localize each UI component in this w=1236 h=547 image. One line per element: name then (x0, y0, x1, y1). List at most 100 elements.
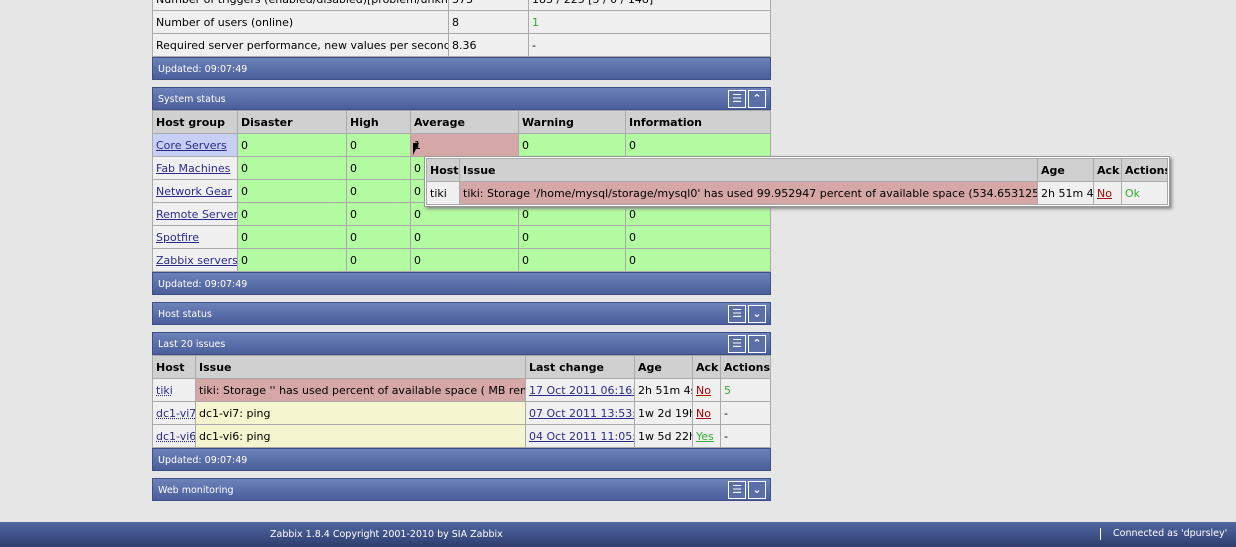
actions-cell: 5 (720, 378, 771, 402)
host-cell-link[interactable]: dc1-vi7 (156, 407, 195, 420)
expand-icon[interactable]: ⌄ (748, 305, 766, 323)
host-group-cell-link[interactable]: Core Servers (156, 139, 227, 152)
ack-cell-link[interactable]: No (1097, 187, 1112, 200)
menu-icon[interactable]: ☰ (728, 305, 746, 323)
last-issues-panel: Last 20 issues ☰ ⌃ Host Issue Last change Ag… (152, 332, 771, 471)
menu-icon[interactable]: ☰ (728, 90, 746, 108)
host-cell-link[interactable]: dc1-vi6 (156, 430, 195, 443)
copyright: Zabbix 1.8.4 Copyright 2001-2010 by SIA … (270, 529, 503, 540)
updated-label: Updated: 09:07:49 (152, 57, 771, 80)
actions-cell: - (720, 424, 771, 448)
high-cell: 0 (346, 248, 411, 272)
last-change-cell: 04 Oct 2011 11:05:17 (525, 424, 635, 448)
column-header: Age (1037, 158, 1094, 182)
updated-label: Updated: 09:07:49 (152, 448, 771, 471)
host-cell-link[interactable]: tiki (156, 384, 173, 397)
warning-cell: 0 (518, 225, 626, 249)
last-change-cell-link[interactable]: 17 Oct 2011 06:16:45 (529, 384, 634, 397)
panel-title: Host status (158, 309, 212, 320)
host-group-cell-link[interactable]: Fab Machines (156, 162, 230, 175)
disaster-cell: 0 (237, 156, 347, 180)
age-cell: 1w 2d 19h (634, 401, 693, 425)
stat-detail: 1 (528, 10, 771, 34)
ack-cell: Yes (692, 424, 721, 448)
average-cell: 1 (410, 133, 519, 157)
connected-as: Connected as 'dpursley' (1100, 528, 1227, 540)
high-cell: 0 (346, 179, 411, 203)
high-cell: 0 (346, 202, 411, 226)
ack-cell: No (692, 378, 721, 402)
disaster-cell: 0 (237, 133, 347, 157)
column-header: Information (625, 110, 771, 134)
high-cell: 0 (346, 133, 411, 157)
average-cell: 0 (410, 248, 519, 272)
ack-cell: No (1093, 181, 1122, 205)
panel-header: System status ☰ ⌃ (152, 87, 771, 110)
host-group-cell-link[interactable]: Zabbix servers (156, 254, 237, 267)
host-group-cell: Remote Servers (152, 202, 238, 226)
web-monitoring-panel: Web monitoring ☰ ⌄ (152, 478, 771, 501)
warning-cell: 0 (518, 133, 626, 157)
panel-header: Last 20 issues ☰ ⌃ (152, 332, 771, 355)
host-group-cell: Network Gear (152, 179, 238, 203)
actions-cell: - (720, 401, 771, 425)
issue-cell: tiki: Storage '' has used percent of ava… (195, 378, 526, 402)
stat-detail: - (528, 33, 771, 57)
collapse-icon[interactable]: ⌃ (748, 90, 766, 108)
stat-label: Number of users (online) (152, 10, 449, 34)
host-group-cell-link[interactable]: Network Gear (156, 185, 232, 198)
information-cell: 0 (625, 248, 771, 272)
host-cell: tiki (426, 181, 460, 205)
updated-label: Updated: 09:07:49 (152, 272, 771, 295)
issue-cell: dc1-vi6: ping (195, 424, 526, 448)
ack-cell-link[interactable]: No (696, 407, 711, 420)
table-row: tiki tiki: Storage '' has used percent of… (152, 378, 771, 402)
column-header: Disaster (237, 110, 347, 134)
panel-title: Last 20 issues (158, 339, 226, 350)
panel-header: Web monitoring ☰ ⌄ (152, 478, 771, 501)
host-group-cell: Spotfire (152, 225, 238, 249)
host-group-cell-link[interactable]: Spotfire (156, 231, 199, 244)
column-header: Average (410, 110, 519, 134)
warning-cell: 0 (518, 248, 626, 272)
disaster-cell: 0 (237, 225, 347, 249)
column-header: Issue (195, 355, 526, 379)
high-cell: 0 (346, 156, 411, 180)
host-group-cell: Fab Machines (152, 156, 238, 180)
footer: Zabbix 1.8.4 Copyright 2001-2010 by SIA … (0, 522, 1236, 547)
table-row: Core Servers 0 0 1 0 0 (152, 133, 771, 157)
column-header: Last change (525, 355, 635, 379)
host-group-cell: Core Servers (152, 133, 238, 157)
host-cell: dc1-vi7 (152, 401, 196, 425)
stats-row: Required server performance, new values … (152, 33, 771, 57)
header-row: Host Issue Last change Age Ack Actions (152, 355, 771, 379)
header-row: Host group Disaster High Average Warning Info… (152, 110, 771, 134)
host-status-panel: Host status ☰ ⌄ (152, 302, 771, 325)
ack-cell: No (692, 401, 721, 425)
collapse-icon[interactable]: ⌃ (748, 335, 766, 353)
table-row: dc1-vi6dc1-vi6: ping04 Oct 2011 11:05:17… (152, 424, 771, 448)
last-change-cell-link[interactable]: 04 Oct 2011 11:05:17 (529, 430, 634, 443)
menu-icon[interactable]: ☰ (728, 335, 746, 353)
host-group-cell: Zabbix servers (152, 248, 238, 272)
age-cell: 2h 51m 4s (1037, 181, 1094, 205)
column-header: Ack (1093, 158, 1122, 182)
header-row: Host Issue Age Ack Actions (426, 158, 1168, 182)
column-header: Actions (1121, 158, 1168, 182)
panel-title: Web monitoring (158, 485, 234, 496)
column-header: Ack (692, 355, 721, 379)
column-header: Actions (720, 355, 771, 379)
ack-cell-link[interactable]: No (696, 384, 711, 397)
issue-cell: tiki: Storage '/home/mysql/storage/mysql… (459, 181, 1038, 205)
actions-cell: Ok (1121, 181, 1168, 205)
last-change-cell-link[interactable]: 07 Oct 2011 13:53:18 (529, 407, 634, 420)
menu-icon[interactable]: ☰ (728, 481, 746, 499)
table-row: Spotfire 0 0 0 0 0 (152, 225, 771, 249)
last-issues-table: Host Issue Last change Age Ack Actions tiki tik… (152, 355, 771, 448)
host-group-cell-link[interactable]: Remote Servers (156, 208, 237, 221)
stats-table: Number of triggers (enabled/disabled)[pr… (152, 0, 771, 57)
ack-cell-link[interactable]: Yes (696, 430, 714, 443)
status-of-zabbix-panel: Number of triggers (enabled/disabled)[pr… (152, 0, 771, 80)
column-header: Host (152, 355, 196, 379)
expand-icon[interactable]: ⌄ (748, 481, 766, 499)
